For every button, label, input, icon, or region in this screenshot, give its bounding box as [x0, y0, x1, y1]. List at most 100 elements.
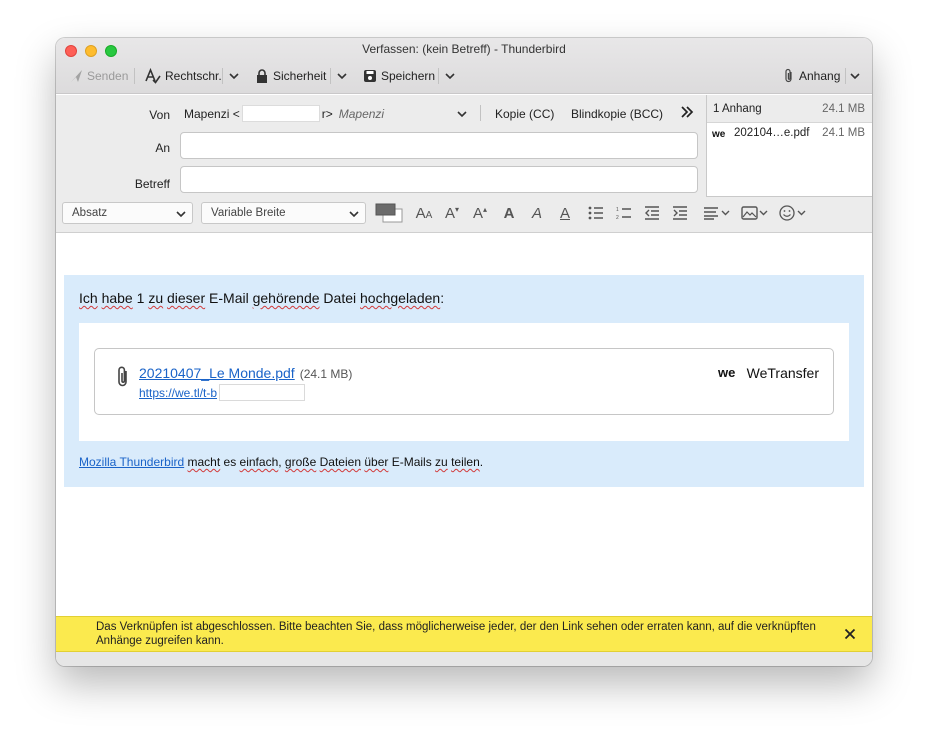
- attachment-count: 1 Anhang: [713, 102, 762, 115]
- close-icon[interactable]: [844, 628, 856, 640]
- from-label: Von: [149, 108, 170, 122]
- svg-text:we: we: [712, 129, 726, 138]
- font-down-icon: A▾: [444, 204, 460, 222]
- file-url-link[interactable]: https://we.tl/t-b: [139, 384, 306, 401]
- footer-word: große: [284, 455, 317, 469]
- emoji-menu-button[interactable]: [778, 204, 808, 222]
- attachment-pane-header[interactable]: 1 Anhang 24.1 MB: [707, 95, 872, 123]
- send-label: Senden: [87, 69, 129, 83]
- toolbar-separator: [330, 68, 331, 84]
- chevron-down-icon: [349, 211, 359, 218]
- file-download-link[interactable]: 20210407_Le Monde.pdf (24.1 MB): [139, 365, 352, 381]
- thunderbird-link[interactable]: Mozilla Thunderbird: [79, 455, 184, 469]
- indent-button[interactable]: [670, 204, 690, 222]
- numbered-list-button[interactable]: 12: [614, 204, 634, 222]
- save-dropdown-chevron-icon[interactable]: [444, 70, 456, 82]
- title-bar: Verfassen: (kein Betreff) - Thunderbird …: [56, 38, 872, 94]
- indent-icon: [673, 206, 687, 220]
- save-icon: [364, 70, 376, 82]
- attachment-name: 202104…e.pdf: [734, 127, 810, 139]
- message-body-editor[interactable]: Ich habe 1 zu dieser E-Mail gehörende Da…: [56, 234, 872, 616]
- insert-image-menu-button[interactable]: [740, 204, 770, 222]
- decrease-font-size-button[interactable]: AA: [413, 204, 435, 222]
- spelling-label: Rechtschr.: [165, 69, 222, 83]
- compose-toolbar: Senden Rechtschr. Sicherheit Speichern A…: [56, 64, 872, 90]
- paperclip-icon: [785, 68, 792, 83]
- from-name: Mapenzi <: [184, 106, 240, 121]
- to-field[interactable]: [180, 132, 698, 159]
- intro-word: dieser: [167, 290, 206, 306]
- wetransfer-logo-icon: we: [718, 367, 735, 379]
- alignment-menu-button[interactable]: [702, 204, 732, 222]
- toolbar-separator: [222, 68, 223, 84]
- bulleted-list-button[interactable]: [586, 204, 606, 222]
- save-button[interactable]: Speichern: [363, 64, 435, 88]
- font-family-value: Variable Breite: [211, 207, 286, 219]
- notification-bar: Das Verknüpfen ist abgeschlossen. Bitte …: [56, 616, 872, 652]
- filelink-footer: Mozilla Thunderbird macht es einfach, gr…: [79, 455, 483, 469]
- spelling-dropdown-chevron-icon[interactable]: [228, 70, 240, 82]
- file-name: 20210407_Le Monde.pdf: [139, 365, 295, 381]
- font-family-select[interactable]: Variable Breite: [201, 202, 366, 224]
- file-url: https://we.tl/t-b: [139, 385, 218, 400]
- attachment-item[interactable]: we 202104…e.pdf 24.1 MB: [707, 127, 872, 139]
- spelling-button[interactable]: Rechtschr.: [145, 64, 222, 88]
- numbered-list-icon: 12: [616, 207, 631, 220]
- intro-word: Ich: [79, 290, 98, 306]
- send-icon: [71, 70, 82, 82]
- attach-label: Anhang: [799, 69, 841, 83]
- larger-font-button[interactable]: A▴: [469, 204, 491, 222]
- from-identity-selector[interactable]: Mapenzi < r> Mapenzi: [184, 105, 468, 122]
- outdent-button[interactable]: [642, 204, 662, 222]
- intro-word: habe: [101, 290, 133, 306]
- intro-word: zu: [148, 290, 164, 306]
- text-color-button[interactable]: [374, 203, 404, 223]
- attach-button[interactable]: Anhang: [783, 64, 840, 88]
- spellcheck-icon: [145, 68, 161, 84]
- security-dropdown-chevron-icon[interactable]: [336, 70, 348, 82]
- bold-button[interactable]: A: [499, 204, 519, 222]
- smaller-font-button[interactable]: A▾: [441, 204, 463, 222]
- send-button[interactable]: Senden: [70, 64, 128, 88]
- lock-icon: [257, 68, 267, 83]
- redacted-url: [219, 384, 306, 401]
- toolbar-separator: [845, 68, 846, 84]
- security-button[interactable]: Sicherheit: [255, 64, 326, 88]
- intro-text: E-Mail: [205, 290, 253, 306]
- window-title: Verfassen: (kein Betreff) - Thunderbird: [362, 42, 566, 56]
- cc-button[interactable]: Kopie (CC): [495, 107, 554, 121]
- provider-link[interactable]: we WeTransfer: [718, 365, 819, 381]
- color-picker-icon: [375, 203, 403, 223]
- security-label: Sicherheit: [273, 69, 327, 83]
- attachment-size: 24.1 MB: [822, 127, 865, 139]
- more-fields-chevrons-icon[interactable]: [680, 105, 694, 119]
- footer-word: einfach: [239, 455, 279, 469]
- italic-button[interactable]: A: [527, 204, 547, 222]
- filelink-intro-text: Ich habe 1 zu dieser E-Mail gehörende Da…: [79, 290, 444, 306]
- format-toolbar: Absatz Variable Breite AA A▾ A▴ A A A 12: [56, 201, 872, 233]
- intro-word: gehörende: [252, 290, 320, 306]
- attach-dropdown-chevron-icon[interactable]: [849, 70, 861, 82]
- provider-name: WeTransfer: [746, 365, 819, 381]
- align-left-icon: [704, 207, 730, 220]
- subject-label: Betreff: [134, 177, 170, 191]
- underline-button[interactable]: A: [555, 204, 575, 222]
- outdent-icon: [645, 206, 659, 220]
- toolbar-separator: [438, 68, 439, 84]
- intro-text: Datei: [319, 290, 361, 306]
- footer-text: ,: [278, 455, 285, 469]
- paragraph-format-value: Absatz: [72, 207, 108, 219]
- from-dropdown-chevron-icon[interactable]: [456, 108, 468, 120]
- bcc-button[interactable]: Blindkopie (BCC): [571, 107, 663, 121]
- paperclip-icon: [118, 366, 127, 387]
- intro-text: :: [440, 290, 445, 306]
- footer-text: E-Mails: [388, 455, 436, 469]
- compose-window: Verfassen: (kein Betreff) - Thunderbird …: [56, 38, 872, 666]
- filelink-item: 20210407_Le Monde.pdf (24.1 MB) https://w…: [94, 348, 834, 415]
- wetransfer-icon: we: [712, 129, 726, 138]
- font-up-icon: A▴: [472, 204, 488, 222]
- paragraph-format-select[interactable]: Absatz: [62, 202, 193, 224]
- filelink-card: Ich habe 1 zu dieser E-Mail gehörende Da…: [64, 275, 864, 487]
- subject-field[interactable]: [180, 166, 698, 193]
- filelink-list: 20210407_Le Monde.pdf (24.1 MB) https://w…: [79, 323, 849, 441]
